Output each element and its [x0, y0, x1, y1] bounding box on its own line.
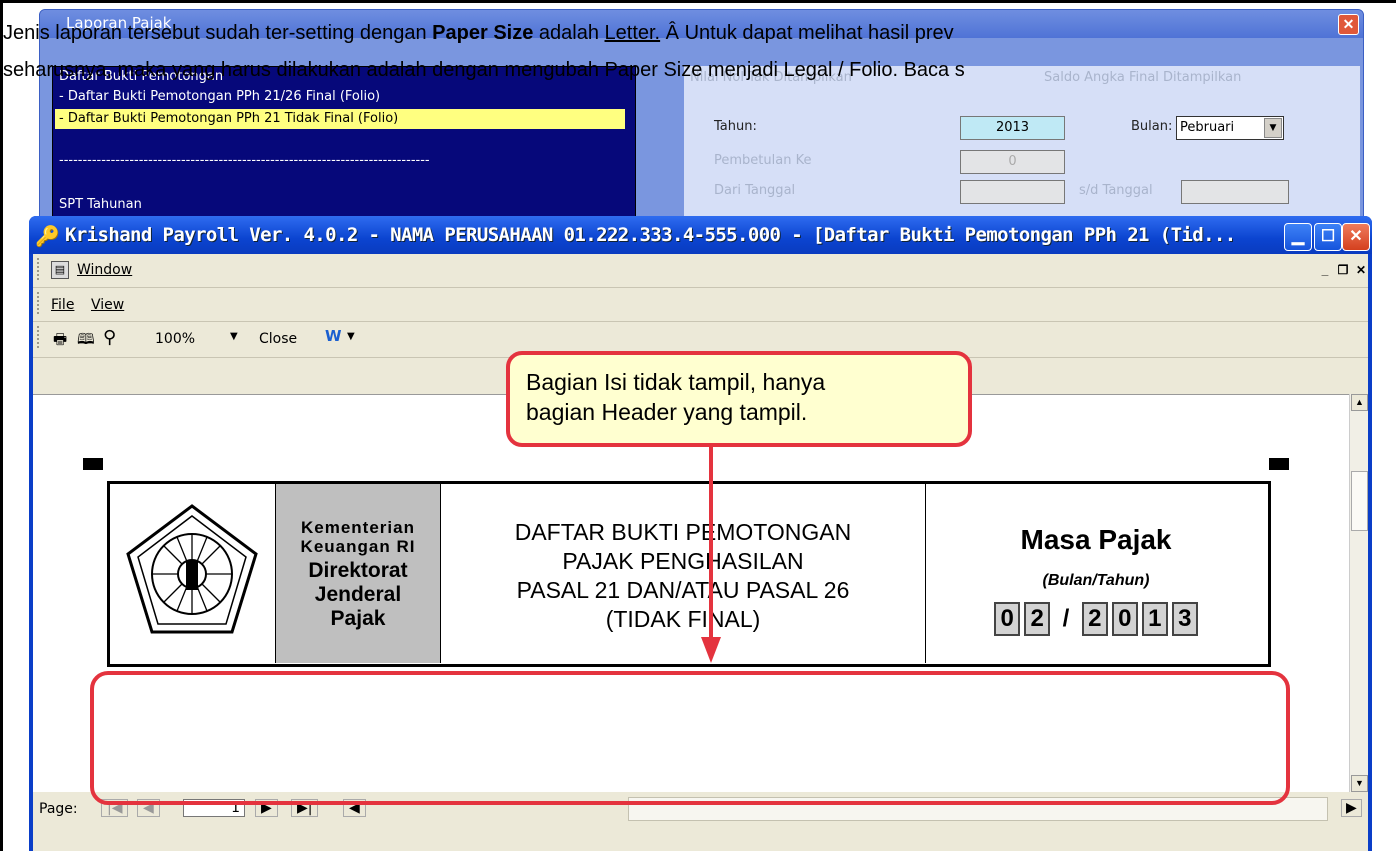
bulan-select[interactable]: Pebruari ▼ [1176, 116, 1284, 140]
sd-label: s/d Tanggal [1079, 183, 1153, 198]
report-title-cell: DAFTAR BUKTI PEMOTONGAN PAJAK PENGHASILA… [441, 484, 926, 663]
tax-period-digits: 02 / 2013 [926, 602, 1266, 636]
year-digit: 0 [1111, 602, 1138, 636]
tahun-label: Tahun: [714, 119, 757, 134]
menu-view[interactable]: View [91, 297, 124, 313]
menu-window-label: Window [77, 262, 133, 278]
report-title-line: DAFTAR BUKTI PEMOTONGAN [514, 519, 852, 545]
sd-input[interactable] [1181, 180, 1289, 204]
close-preview-button[interactable]: Close [259, 331, 297, 347]
month-digit: 2 [1024, 602, 1051, 636]
callout-line: Bagian Isi tidak tampil, hanya [526, 369, 826, 395]
print-icon[interactable]: 🖶 [53, 329, 67, 354]
org-line: Kementerian [301, 518, 415, 537]
org-line: Pajak [330, 607, 386, 630]
article-link[interactable]: Letter. [605, 22, 661, 44]
chevron-down-icon[interactable]: ▼ [1264, 118, 1282, 138]
close-button[interactable]: ✕ [1342, 223, 1370, 251]
mdi-menubar: ▤ Window _ ❐ ✕ [33, 254, 1368, 288]
window-titlebar[interactable]: 🔑 Krishand Payroll Ver. 4.0.2 - NAMA PER… [29, 216, 1372, 254]
pembetulan-input[interactable]: 0 [960, 150, 1065, 174]
scroll-up-icon[interactable]: ▲ [1351, 394, 1368, 411]
export-icon[interactable]: W [325, 327, 342, 345]
annotation-arrow-icon [701, 437, 721, 663]
zoom-icon[interactable]: ⚲ [103, 327, 116, 348]
background-window: Laporan Pajak ✕ Daftar Bukti Pemotongan … [39, 9, 1364, 250]
bulan-value: Pebruari [1180, 120, 1235, 135]
article-text: Jenis laporan tersebut sudah ter-setting… [3, 22, 433, 44]
pembetulan-label: Pembetulan Ke [714, 153, 812, 168]
list-item[interactable]: SPT Tahunan [59, 197, 142, 212]
window-title: Krishand Payroll Ver. 4.0.2 - NAMA PERUS… [65, 224, 1236, 246]
annotation-callout: Bagian Isi tidak tampil, hanya bagian He… [506, 351, 972, 447]
organization-cell: Kementerian Keuangan RI Direktorat Jende… [276, 484, 441, 663]
mdi-restore-icon[interactable]: ❐ [1335, 262, 1351, 278]
month-digit: 0 [994, 602, 1021, 636]
org-line: Jenderal [314, 583, 402, 606]
book-icon[interactable]: 🕮 [77, 329, 95, 354]
menu-file[interactable]: File [51, 297, 74, 313]
list-divider: ----------------------------------------… [59, 153, 430, 168]
bulan-label: Bulan: [1131, 119, 1173, 134]
dari-label: Dari Tanggal [714, 183, 796, 198]
screenshot-frame: Laporan Pajak ✕ Daftar Bukti Pemotongan … [0, 0, 1396, 851]
menubar: File View [33, 288, 1368, 322]
chevron-down-icon[interactable]: ▼ [347, 331, 355, 342]
org-line: Keuangan RI [300, 537, 416, 556]
callout-line: bagian Header yang tampil. [526, 399, 808, 425]
list-item-selected[interactable]: - Daftar Bukti Pemotongan PPh 21 Tidak F… [55, 109, 625, 129]
report-title-line: PAJAK PENGHASILAN [562, 548, 804, 574]
window-icon: ▤ [51, 261, 69, 279]
menu-file-label: File [51, 297, 75, 313]
article-text-line-2: seharusnya, maka yang harus dilakukan ad… [3, 59, 965, 81]
tahun-input[interactable]: 2013 [960, 116, 1065, 140]
article-text-line-1: Jenis laporan tersebut sudah ter-setting… [3, 22, 954, 45]
year-digit: 3 [1171, 602, 1198, 636]
period-separator: / [1062, 605, 1070, 632]
article-bold: Paper Size [432, 22, 534, 44]
report-title-line: (TIDAK FINAL) [605, 606, 761, 632]
toolbar-grip [37, 258, 41, 280]
tax-period-title: Masa Pajak [1020, 524, 1172, 555]
minimize-button[interactable]: ▁ [1284, 223, 1312, 251]
menu-window[interactable]: Window [77, 262, 132, 278]
page-label: Page: [39, 801, 78, 817]
tax-period-cell: Masa Pajak (Bulan/Tahun) 02 / 2013 [926, 484, 1266, 663]
year-digit: 2 [1081, 602, 1108, 636]
margin-marker [83, 458, 103, 470]
maximize-button[interactable]: ☐ [1314, 223, 1342, 251]
scroll-down-icon[interactable]: ▼ [1351, 775, 1368, 792]
year-digit: 1 [1141, 602, 1168, 636]
report-title-line: PASAL 21 DAN/ATAU PASAL 26 [516, 577, 850, 603]
toolbar-grip [37, 292, 41, 314]
dari-input[interactable] [960, 180, 1065, 204]
saldo-label: Saldo Angka Final Ditampilkan [1044, 70, 1242, 85]
article-text: adalah [533, 22, 605, 44]
article-text: Â Untuk dapat melihat hasil prev [660, 22, 954, 44]
scroll-thumb[interactable] [1351, 471, 1368, 531]
org-line: Direktorat [308, 559, 408, 582]
mdi-close-icon[interactable]: ✕ [1353, 262, 1369, 278]
menu-view-label: View [91, 297, 125, 313]
missing-content-highlight [90, 671, 1290, 805]
report-header: Kementerian Keuangan RI Direktorat Jende… [107, 481, 1271, 667]
list-item[interactable]: - Daftar Bukti Pemotongan PPh 21/26 Fina… [59, 89, 380, 104]
key-icon: 🔑 [35, 226, 60, 248]
close-icon[interactable]: ✕ [1338, 14, 1359, 35]
zoom-select[interactable]: 100% [155, 331, 195, 347]
vertical-scrollbar[interactable]: ▲ ▼ [1349, 394, 1368, 792]
kemenkeu-logo-icon [126, 504, 258, 634]
logo-cell [110, 484, 276, 663]
scroll-right-icon[interactable]: ▶ [1341, 799, 1362, 817]
mdi-minimize-icon[interactable]: _ [1317, 262, 1333, 278]
margin-marker [1269, 458, 1289, 470]
tax-period-subtitle: (Bulan/Tahun) [1042, 572, 1150, 589]
toolbar-grip [37, 326, 41, 348]
zoom-dropdown-icon[interactable]: ▼ [230, 331, 238, 342]
